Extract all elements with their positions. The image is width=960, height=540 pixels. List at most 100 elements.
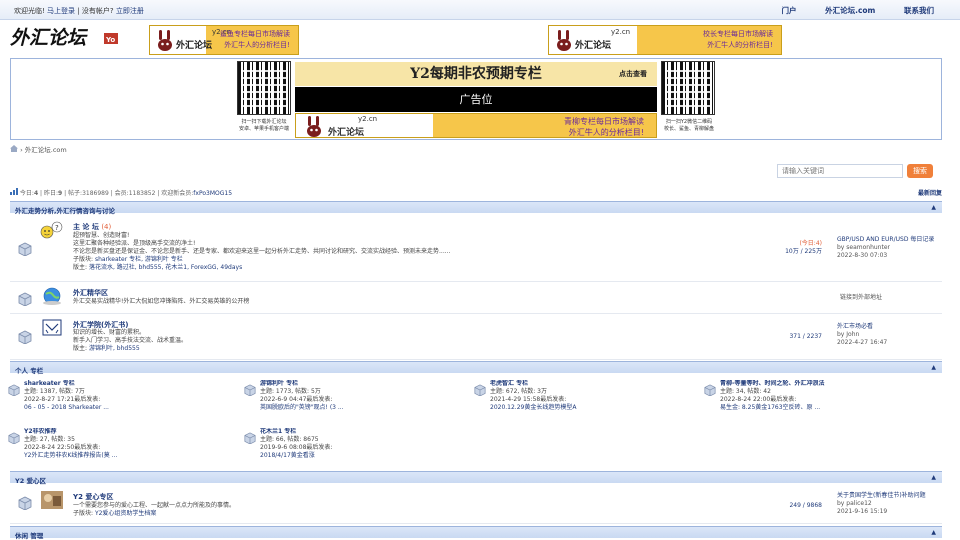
ad-click-link[interactable]: 点击查看 [619,62,647,86]
qr-right-note-line2: 校长、鲨鱼、青柳解盘 [663,126,714,132]
logo-badge: Yo [105,36,115,44]
ad-center[interactable]: Y2每期非农预期专栏 点击查看 广告位 y2.cn 外汇论坛 青柳专栏每日市场解… [295,62,657,138]
subforum-links[interactable]: Y2爱心组资助学生档案 [95,510,156,517]
column-last-time: 2021-4-29 15:58最后发表: [490,396,567,403]
rabbit-icon [557,30,571,51]
column-status-icon [8,384,20,396]
ad-bottom-line1: 青柳专栏每日市场解读 [564,117,644,126]
column-last-post-link[interactable]: Y2外汇走势非农K线推荐报告(莫 ... [24,452,234,460]
photo-forum-icon [41,491,63,509]
forum-today-count: (4) [101,223,112,231]
last-post-author[interactable]: by John [837,331,887,339]
ad-headline-row[interactable]: Y2每期非农预期专栏 点击查看 [295,62,657,86]
qr-left-note: 扫一扫下载外汇论坛 安卓、苹果手机客户端 [229,119,299,133]
column-cell: 青柳-等量等时、时间之轮、外汇冲浪法 主题: 34, 帖数: 42 2022-8-2… [720,380,930,412]
book-forum-icon [42,319,62,336]
ad-placeholder[interactable]: 广告位 [295,87,657,112]
forum-name: 主 论 坛 [73,223,99,231]
column-name-link[interactable]: 老虎智汇 专栏 [490,380,700,388]
forum-stats: 今日:4 | 昨日:9 | 帖子:3186989 | 会员:1183852 | … [10,188,942,198]
moderators-label: 版主: [73,345,88,352]
forum-name-link[interactable]: 主 论 坛 (4) [73,222,111,232]
stat-yesterday-value: 9 [58,190,63,197]
forum-name-link[interactable]: Y2 爱心专区 [73,492,113,502]
moderator-links[interactable]: 游锦利叶, bhd555 [89,345,140,352]
search-button[interactable]: 搜索 [907,164,933,178]
ad-bottom-line2: 外汇牛人的分析栏目! [568,128,644,137]
ad-bottom-banner[interactable]: y2.cn 外汇论坛 青柳专栏每日市场解读 外汇牛人的分析栏目! [295,113,657,138]
last-post-title-link[interactable]: GBP/USD AND EUR/USD 每日记录 [837,236,934,244]
category-header-leisure[interactable]: 休闲 管理 ▲ [10,526,942,540]
last-post-author[interactable]: by seamonhunter [837,244,934,252]
category-header-columns[interactable]: 个人 专栏 ▲ [10,361,942,375]
banner-left[interactable]: y2.cn 外汇论坛 鲨鱼专栏每日市场解读 外汇牛人的分析栏目! [149,25,299,55]
home-icon[interactable] [10,145,18,152]
column-last-time: 2022-8-24 22:50最后发表: [24,444,101,451]
stat-posts-value: 3186989 [82,190,109,197]
column-name-link[interactable]: 游锦利叶 专栏 [260,380,470,388]
column-counts: 主题: 34, 帖数: 42 [720,388,771,395]
external-link[interactable]: 链接到外部地址 [840,294,882,302]
column-last-post-link[interactable]: 英国脱欧后的"英镑"观点! (3 ... [260,404,470,412]
breadcrumb-forum-link[interactable]: 外汇论坛.com [25,146,67,154]
site-logo[interactable]: 外汇论坛 Yo [9,24,122,50]
nav-contact-link[interactable]: 联系我们 [904,6,934,15]
moderator-links[interactable]: 落花流水, 路过社, bhd555, 花木兰1, ForexGG, 49days [89,264,242,271]
collapse-icon[interactable]: ▲ [931,364,936,371]
forum-status-icon [18,330,32,344]
column-counts: 主题: 27, 帖数: 35 [24,436,75,443]
collapse-icon[interactable]: ▲ [931,474,936,481]
forum-stat: (今日:4) 10万 / 225万 [785,240,822,256]
ad-bottom-site: y2.cn [358,115,378,123]
column-name-link[interactable]: 青柳-等量等时、时间之轮、外汇冲浪法 [720,380,930,388]
collapse-icon[interactable]: ▲ [931,529,936,536]
forum-desc: 一个需要您参与的爱心工程、一起献一点点力所能及的事情。 子版块: Y2爱心组资助… [73,502,235,518]
banner-right[interactable]: y2.cn 外汇论坛 校长专栏每日市场解读 外汇牛人的分析栏目! [548,25,782,55]
login-bar: 欢迎光临! 马上登录 | 没有帐户? 立即注册 [14,6,144,16]
last-post-author[interactable]: by palice12 [837,500,926,508]
nav-portal-link[interactable]: 门户 [781,6,796,15]
subforum-links[interactable]: sharkeater 专栏, 游锦利叶 专栏 [95,256,183,263]
stat-today-label: 今日: [19,190,34,197]
last-post-title-link[interactable]: 外汇市场必看 [837,323,887,331]
collapse-icon[interactable]: ▲ [931,204,936,211]
forum-desc: 知识的增长、财富的累积。 新手入门学习、高手技法交流、战术重温。 版主: 游锦利… [73,329,187,353]
subforums-line: 子版块: Y2爱心组资助学生档案 [73,510,235,518]
moderators-label: 版主: [73,264,88,271]
column-last-post-link[interactable]: 2020.12.29黄金长线趋势模型A [490,404,700,412]
column-name-link[interactable]: sharkeater 专栏 [24,380,234,388]
login-link[interactable]: 马上登录 [47,7,75,15]
forum-desc: 超预智慧、创造财富! 这里汇聚各种经验派、是顶级高手交流的净土! 不论您是新买盘… [73,232,450,272]
stat-today-value: 4 [33,190,39,197]
newest-member-link[interactable]: fxPo3MOG15 [193,190,232,197]
login-separator: | [77,7,80,15]
forum-name-link[interactable]: 外汇精华区 [73,288,108,298]
column-name-link[interactable]: Y2非农推荐 [24,428,234,436]
forum-desc-line1: 超预智慧、创造财富! [73,232,130,239]
qr-right-note: 扫一扫Y2微信二维码 校长、鲨鱼、青柳解盘 [654,119,724,133]
search-input[interactable] [777,164,903,178]
nav-forum-link[interactable]: 外汇论坛.com [825,6,875,15]
category-title: 个人 专栏 [15,367,44,375]
register-link[interactable]: 立即注册 [116,7,144,15]
forum-row-main: ? 主 论 坛 (4) 超预智慧、创造财富! 这里汇聚各种经验派、是顶级高手交流… [10,214,942,282]
subforums-label: 子版块: [73,510,94,517]
column-last-post-link[interactable]: 06 - 05 - 2018 Sharkeater ... [24,404,234,412]
column-last-post-link[interactable]: 易生金: 8.25黄金1763空反砖、原 ... [720,404,930,412]
column-counts: 主题: 1387, 帖数: 7万 [24,388,85,395]
column-status-icon [244,384,256,396]
last-post-time: 2022-8-30 07:03 [837,252,888,259]
latest-replies-link[interactable]: 最新回复 [918,188,942,197]
stat-posts-label: 帖子: [68,190,83,197]
last-post-title-link[interactable]: 关于贵国学生(新春佳节)补助问题 [837,492,926,500]
column-last-post-link[interactable]: 2018/4/17黄金看涨 [260,452,470,460]
column-name-link[interactable]: 花木兰1 专栏 [260,428,470,436]
last-post-time: 2021-9-16 15:19 [837,508,888,515]
column-last-time: 2019-9-6 08:08最后发表: [260,444,333,451]
category-header-charity[interactable]: Y2 爱心区 ▲ [10,471,942,485]
forum-desc-line2: 这里汇聚各种经验派、是顶级高手交流的净土! [73,240,196,247]
rabbit-icon [158,30,172,51]
category-header-analysis[interactable]: 外汇走势分析,外汇行情咨询与讨论 ▲ [10,201,942,215]
forum-status-icon [18,242,32,256]
globe-forum-icon [43,287,61,305]
